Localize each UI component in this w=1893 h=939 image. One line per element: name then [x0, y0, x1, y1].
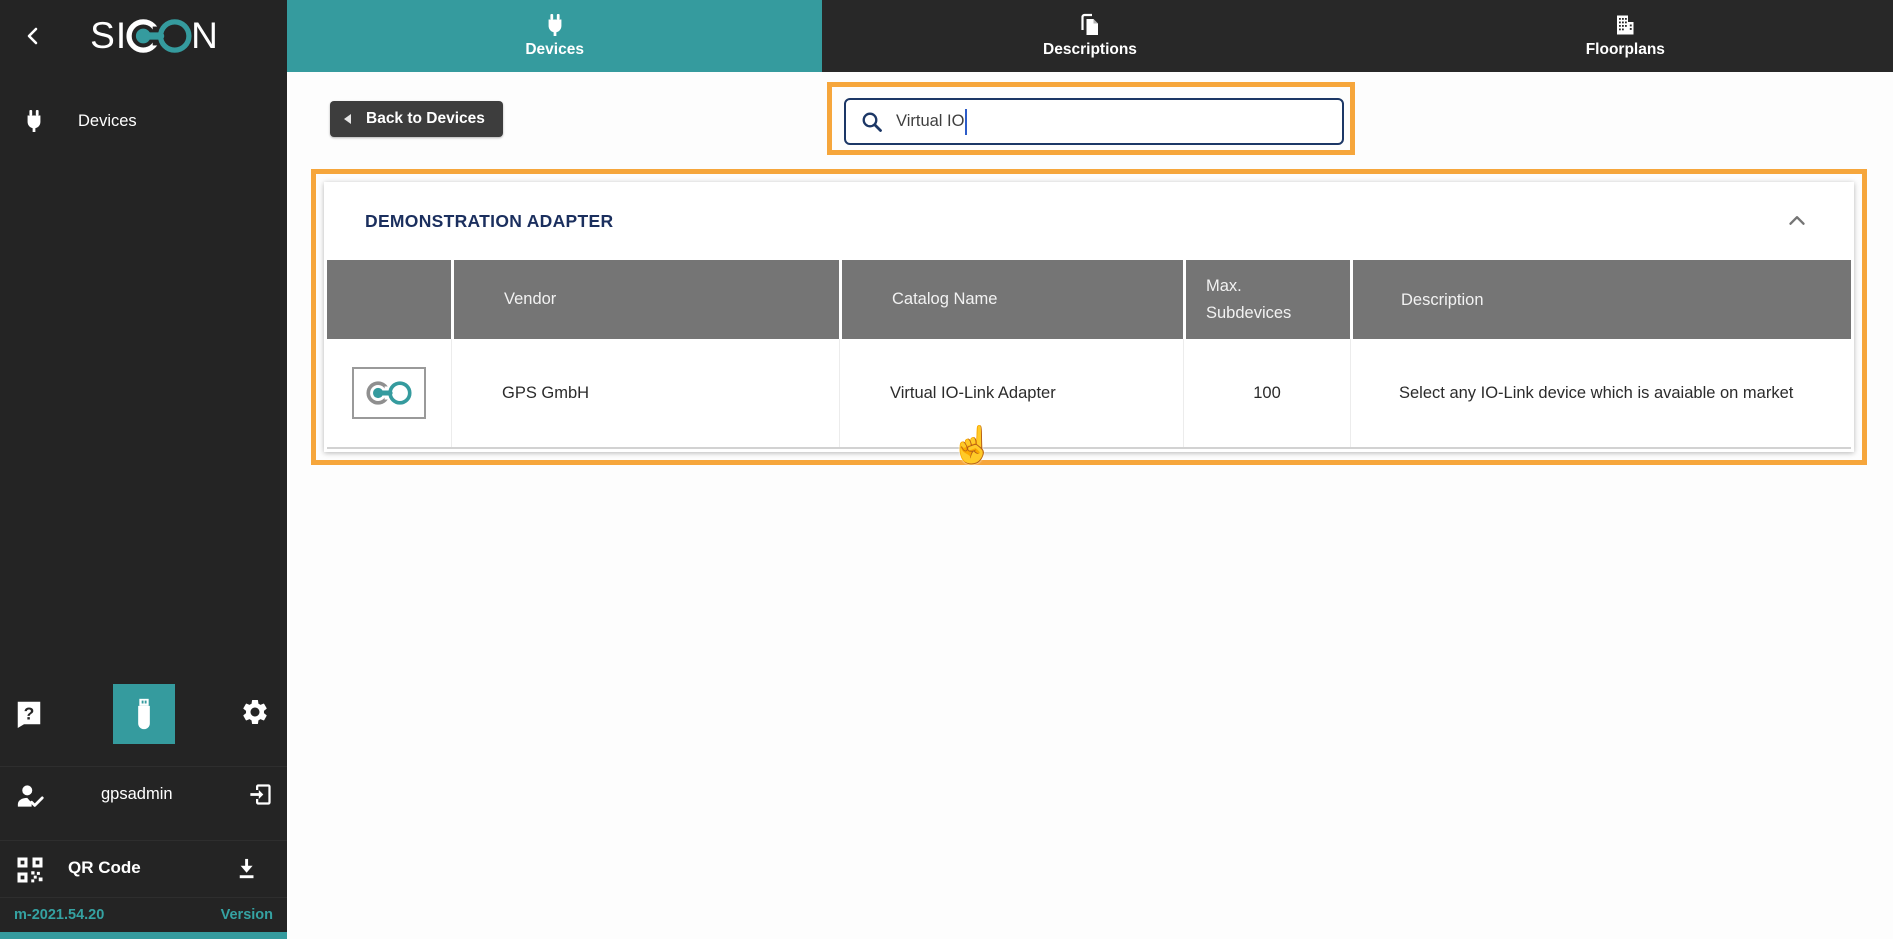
search-value: Virtual IO	[896, 112, 965, 130]
tab-floorplans[interactable]: Floorplans	[1358, 0, 1893, 72]
cell-vendor: GPS GmbH	[451, 339, 839, 447]
qr-code-icon	[17, 857, 43, 883]
building-icon	[1617, 15, 1634, 35]
gear-icon	[243, 700, 267, 724]
cell-max-subdevices: 100	[1183, 339, 1350, 447]
documents-icon	[1081, 13, 1098, 35]
panel-title: DEMONSTRATION ADAPTER	[365, 210, 614, 231]
logo-text-left: SI	[90, 15, 128, 56]
sidebar-accent-bar	[0, 932, 287, 939]
version-value: m-2021.54.20	[14, 907, 105, 923]
logout-icon[interactable]	[247, 781, 274, 808]
plug-icon	[548, 14, 562, 36]
sidebar-collapse-icon[interactable]	[18, 21, 48, 51]
help-icon: ?	[17, 701, 41, 728]
plug-icon	[27, 110, 41, 132]
adapter-card: DEMONSTRATION ADAPTER Vendor Catalog Nam…	[324, 182, 1854, 452]
column-header-catalog-name: Catalog Name	[839, 260, 1183, 339]
help-button[interactable]: ?	[14, 698, 44, 733]
sidebar: SI N Devices ? gpsadmin QR Code m-2021.5…	[0, 0, 287, 939]
collapse-chevron-icon[interactable]	[1784, 208, 1810, 234]
text-caret	[965, 108, 968, 135]
column-header-vendor: Vendor	[451, 260, 839, 339]
search-icon	[862, 112, 882, 132]
sidebar-item-label: Devices	[78, 111, 137, 130]
qr-code-label: QR Code	[68, 858, 141, 877]
adapter-panel-highlight-frame: DEMONSTRATION ADAPTER Vendor Catalog Nam…	[311, 169, 1867, 465]
search-input[interactable]: Virtual IO	[844, 98, 1344, 145]
tab-devices[interactable]: Devices	[287, 0, 823, 72]
main-content: Back to Devices Virtual IO DEMONSTRATION…	[287, 72, 1893, 939]
logo-text-right: N	[191, 15, 219, 56]
arrow-left-icon	[344, 114, 351, 124]
column-header-icon	[327, 260, 451, 339]
qr-code-row[interactable]: QR Code	[0, 840, 287, 897]
tab-descriptions[interactable]: Descriptions	[822, 0, 1357, 72]
tab-label: Devices	[525, 41, 584, 58]
adapter-table: Vendor Catalog Name Max. Subdevices Desc…	[327, 260, 1851, 449]
version-bar: m-2021.54.20 Version	[0, 897, 287, 932]
io-link-logo-icon	[366, 381, 412, 405]
back-button-label: Back to Devices	[366, 110, 485, 127]
top-tab-bar: Devices Descriptions Floorplans	[287, 0, 1893, 72]
device-logo-box	[352, 367, 426, 419]
device-icon-cell	[327, 339, 451, 447]
sidebar-item-devices[interactable]: Devices	[0, 98, 287, 144]
column-header-description: Description	[1350, 260, 1851, 339]
usb-devices-button[interactable]	[113, 684, 175, 744]
tab-label: Floorplans	[1585, 41, 1665, 58]
version-label: Version	[220, 907, 273, 923]
app-logo: SI N	[90, 15, 219, 57]
back-to-devices-button[interactable]: Back to Devices	[330, 101, 503, 137]
user-row: gpsadmin	[0, 766, 287, 824]
table-row-virtual-adapter[interactable]: GPS GmbH Virtual IO-Link Adapter 100 Sel…	[327, 339, 1851, 449]
cell-catalog-name: Virtual IO-Link Adapter	[839, 339, 1183, 447]
sidebar-quick-icons: ?	[0, 684, 287, 744]
adapter-card-header: DEMONSTRATION ADAPTER	[324, 182, 1854, 260]
username-label: gpsadmin	[101, 785, 173, 803]
tab-label: Descriptions	[1043, 41, 1137, 58]
logo-link-icon	[126, 19, 192, 53]
user-check-icon	[17, 785, 44, 807]
cell-description: Select any IO-Link device which is avaia…	[1350, 339, 1851, 447]
usb-stick-icon	[138, 698, 150, 730]
settings-button[interactable]	[240, 697, 270, 732]
table-header-row: Vendor Catalog Name Max. Subdevices Desc…	[327, 260, 1851, 339]
column-header-max-subdevices: Max. Subdevices	[1183, 260, 1350, 339]
search-highlight-frame: Virtual IO	[827, 82, 1355, 155]
svg-text:?: ?	[24, 703, 35, 723]
sidebar-header: SI N	[0, 0, 287, 72]
download-icon[interactable]	[233, 855, 260, 882]
